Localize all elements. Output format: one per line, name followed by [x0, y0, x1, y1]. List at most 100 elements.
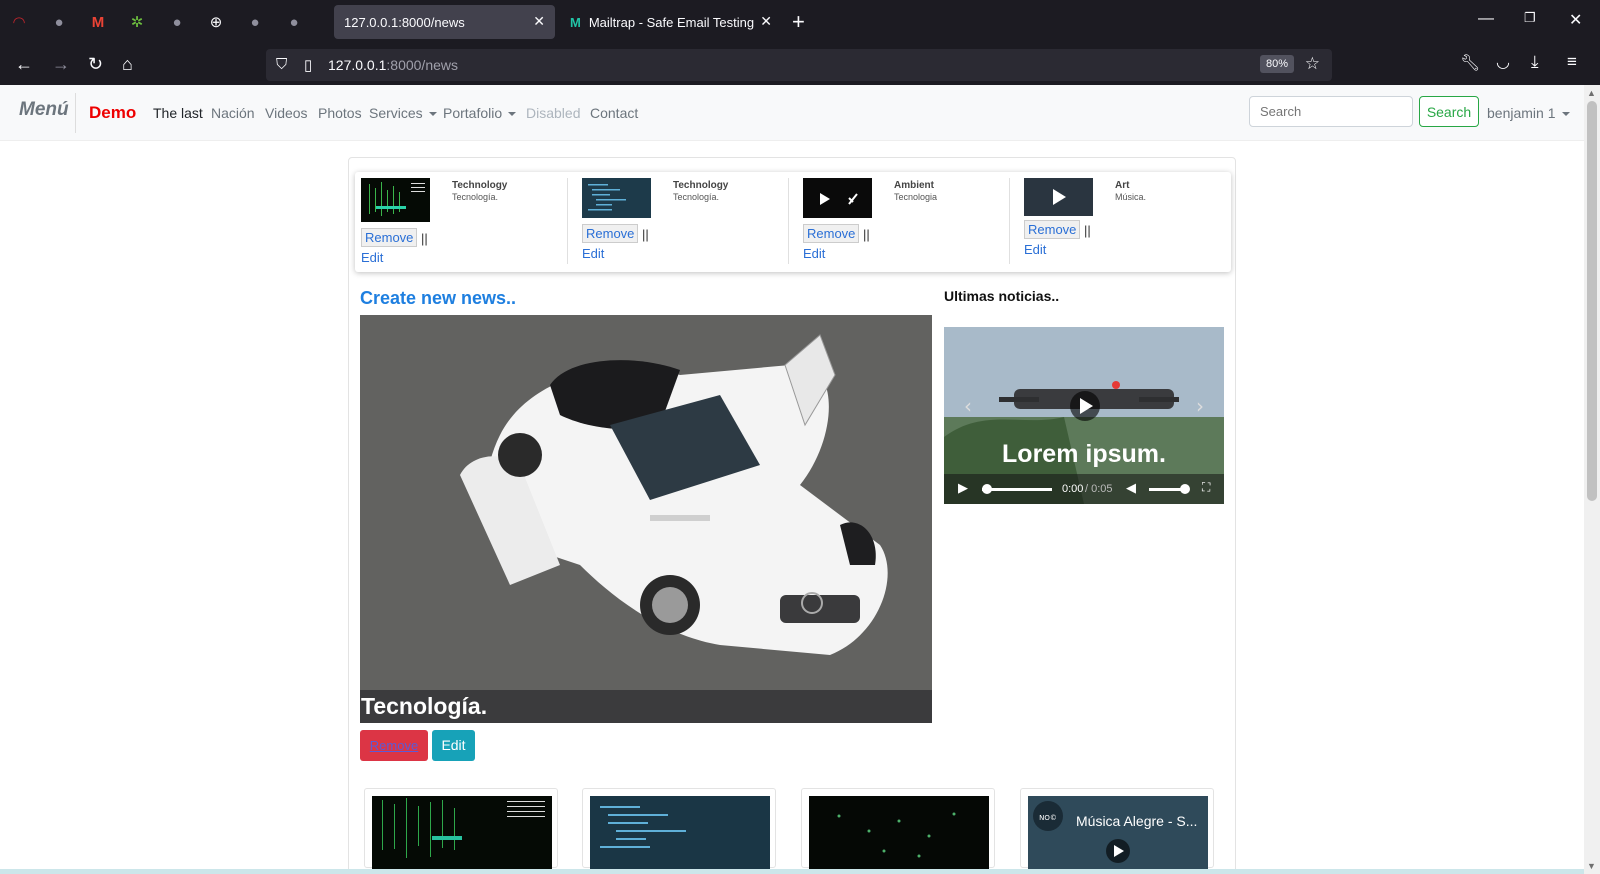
time-total: / 0:05 [1085, 483, 1113, 495]
nav-portafolio-label: Portafolio [443, 105, 503, 121]
scroll-down-icon[interactable]: ▼ [1587, 861, 1596, 871]
separator: || [1084, 223, 1091, 238]
menu-icon[interactable]: ≡ [1567, 51, 1577, 73]
demo-link[interactable]: Demo [89, 103, 136, 123]
news-card[interactable] [582, 788, 776, 871]
edit-button[interactable]: Edit [432, 730, 475, 761]
thumbnail[interactable] [590, 796, 770, 871]
nav-videos[interactable]: Videos [265, 105, 308, 121]
card-title: Technology [673, 180, 729, 191]
card-subtitle: Tecnología. [452, 192, 499, 202]
pocket-icon[interactable]: ◡ [1496, 52, 1510, 74]
mailtrap-icon: M [570, 14, 581, 30]
video-thumbnail[interactable] [1024, 178, 1093, 216]
scroll-up-icon[interactable]: ▲ [1587, 88, 1596, 98]
forward-icon[interactable]: → [52, 53, 70, 75]
mute-icon[interactable]: ◀︎ [1126, 480, 1136, 496]
tab-title: 127.0.0.1:8000/news [344, 14, 465, 30]
thumbnail[interactable] [582, 178, 651, 218]
tab-mailtrap[interactable]: M Mailtrap - Safe Email Testing ✕ [560, 5, 782, 39]
nav-contact[interactable]: Contact [590, 105, 638, 121]
thumbnail[interactable] [372, 796, 552, 871]
bookmark-star-icon[interactable]: ☆ [1305, 54, 1320, 74]
nav-photos[interactable]: Photos [318, 105, 362, 121]
fullscreen-icon[interactable]: ⛶ [1202, 480, 1210, 495]
seek-handle[interactable] [982, 484, 992, 494]
remove-button[interactable]: Remove [360, 730, 428, 761]
pinned-tab-icon[interactable]: ◠ [9, 12, 29, 32]
reload-icon[interactable]: ↻ [88, 53, 103, 75]
separator: || [863, 227, 870, 242]
edit-link[interactable]: Edit [1024, 242, 1046, 257]
nav-nacion[interactable]: Nación [211, 105, 255, 121]
card-title: Art [1115, 180, 1130, 191]
zoom-badge[interactable]: 80% [1259, 55, 1294, 73]
download-icon[interactable]: ⤓ [1531, 51, 1539, 73]
github-icon[interactable]: ● [167, 12, 187, 32]
news-card[interactable] [364, 788, 558, 871]
restore-icon[interactable]: ❐ [1524, 10, 1536, 26]
create-news-link[interactable]: Create new news.. [360, 288, 516, 309]
back-icon[interactable]: ← [15, 53, 33, 75]
svg-text:NO©: NO© [1039, 814, 1057, 822]
remove-button[interactable]: Remove [361, 228, 418, 247]
user-menu[interactable]: benjamin 1 [1487, 105, 1570, 121]
video-controls: ▶ 0:00 / 0:05 ◀︎ ⛶ [944, 474, 1224, 504]
close-icon[interactable]: ✕ [533, 13, 545, 30]
gmail-icon[interactable]: M [88, 12, 108, 32]
edit-link[interactable]: Edit [361, 250, 383, 265]
remove-button[interactable]: Remove [582, 224, 639, 243]
card-title: Technology [452, 180, 508, 191]
brand-menu[interactable]: Menú [19, 99, 69, 121]
nav-portafolio[interactable]: Portafolio [443, 105, 517, 121]
video-player[interactable]: ‹ › Lorem ipsum. ▶ 0:00 / 0:05 ◀︎ ⛶ [944, 327, 1224, 504]
github-icon[interactable]: ● [284, 12, 304, 32]
news-strip: Technology Tecnología. Remove || Edit Te… [355, 172, 1231, 272]
page-icon[interactable]: ▯ [304, 56, 312, 74]
separator: || [642, 227, 649, 242]
url-text[interactable]: 127.0.0.1:8000/news [328, 57, 458, 73]
edit-link[interactable]: Edit [582, 246, 604, 261]
url-bar[interactable]: ⛉ ▯ 127.0.0.1:8000/news 80% ☆ [266, 49, 1332, 81]
github-icon[interactable]: ● [49, 12, 69, 32]
tab-news[interactable]: 127.0.0.1:8000/news ✕ [334, 5, 555, 39]
card-title: Ambient [894, 180, 934, 191]
minimize-icon[interactable]: — [1478, 10, 1494, 28]
nav-services[interactable]: Services [369, 105, 437, 121]
github-icon[interactable]: ● [245, 12, 265, 32]
remove-button[interactable]: Remove [803, 224, 860, 243]
remove-button[interactable]: Remove [1024, 220, 1081, 239]
nav-the-last[interactable]: The last [153, 105, 203, 121]
thumbnail[interactable] [809, 796, 989, 871]
url-path: :8000/news [386, 57, 458, 73]
gear-icon[interactable]: ✲ [127, 12, 147, 32]
video-thumbnail[interactable]: NO© Música Alegre - S... [1028, 796, 1208, 871]
tracking-shield-icon[interactable]: ⛉ [276, 56, 287, 73]
news-card[interactable] [801, 788, 995, 871]
caret-down-icon [508, 112, 517, 116]
scrollbar-thumb[interactable] [1587, 101, 1597, 501]
volume-handle[interactable] [1180, 484, 1190, 494]
edit-link[interactable]: Edit [803, 246, 825, 261]
search-button[interactable]: Search [1419, 96, 1479, 127]
nav-disabled: Disabled [526, 105, 581, 121]
wrench-icon[interactable]: 🔧︎ [1460, 53, 1480, 75]
separator: || [421, 231, 428, 246]
scrollbar[interactable]: ▲ ▼ [1584, 85, 1600, 874]
window-close-icon[interactable]: ✕ [1569, 10, 1582, 30]
thumbnail[interactable] [361, 178, 430, 222]
site-navbar: Menú Demo The last Nación Videos Photos … [0, 85, 1584, 141]
video-thumbnail[interactable] [803, 178, 872, 218]
close-icon[interactable]: ✕ [760, 13, 772, 30]
featured-image[interactable] [360, 315, 932, 697]
new-tab-button[interactable]: + [792, 9, 805, 35]
globe-icon[interactable]: ⊕ [206, 12, 226, 32]
divider [567, 178, 568, 264]
news-card[interactable]: NO© Música Alegre - S... [1020, 788, 1214, 871]
seek-bar[interactable] [982, 488, 1052, 491]
home-icon[interactable]: ⌂ [122, 53, 133, 75]
caret-down-icon [1561, 112, 1570, 116]
time-current: 0:00 [1062, 483, 1084, 495]
play-icon[interactable]: ▶ [958, 480, 968, 496]
search-input[interactable] [1249, 96, 1413, 127]
